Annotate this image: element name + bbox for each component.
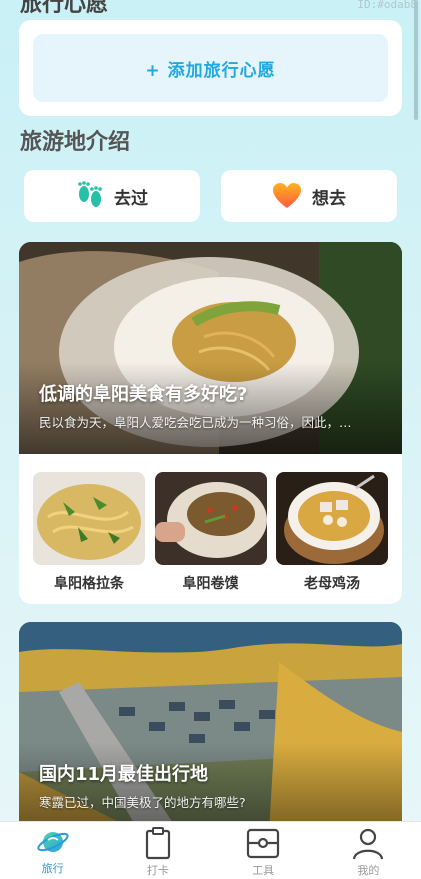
- add-wish-button[interactable]: + 添加旅行心愿: [33, 34, 388, 102]
- want-to-go-label: 想去: [312, 188, 346, 209]
- food-item-chicken-soup[interactable]: 老母鸡汤: [276, 472, 388, 593]
- add-wish-label: + 添加旅行心愿: [145, 60, 276, 81]
- travel-article-card[interactable]: 国内11月最佳出行地 寒露已过，中国美极了的地方有哪些?: [19, 622, 402, 832]
- gelatiao-image[interactable]: [33, 472, 145, 565]
- visited-button[interactable]: 去过: [24, 170, 200, 222]
- cut-off-header: 旅行心愿: [20, 0, 109, 17]
- toolbox-icon: [247, 828, 280, 859]
- tab-profile[interactable]: 我的: [316, 822, 421, 879]
- section-title: 旅游地介绍: [20, 130, 131, 155]
- want-to-go-button[interactable]: 想去: [221, 170, 397, 222]
- chicken-soup-image[interactable]: [276, 472, 388, 565]
- travel-article-title: 国内11月最佳出行地: [39, 764, 209, 785]
- wish-card: + 添加旅行心愿: [19, 20, 402, 116]
- bottom-tab-bar: 旅行 打卡 工具 我的: [0, 821, 421, 879]
- travel-article-subtitle: 寒露已过，中国美极了的地方有哪些?: [39, 795, 246, 810]
- juanmo-label: 阜阳卷馍: [182, 576, 239, 592]
- tab-travel-label: 旅行: [41, 862, 64, 875]
- food-thumbnails: 阜阳格拉条 阜阳卷馍 老母鸡汤: [33, 472, 388, 593]
- clipboard-icon: [145, 827, 170, 860]
- watermark: ID:#odab8: [357, 0, 417, 11]
- tab-profile-label: 我的: [357, 864, 380, 877]
- juanmo-image[interactable]: [154, 472, 267, 565]
- food-item-gelatiao[interactable]: 阜阳格拉条: [33, 472, 145, 593]
- food-article-subtitle: 民以食为天，阜阳人爱吃会吃已成为一种习俗，因此，…: [39, 415, 352, 430]
- food-article-card[interactable]: 低调的阜阳美食有多好吃? 民以食为天，阜阳人爱吃会吃已成为一种习俗，因此，… 阜…: [19, 242, 402, 604]
- food-item-juanmo[interactable]: 阜阳卷馍: [154, 472, 267, 593]
- food-hero-image[interactable]: 低调的阜阳美食有多好吃? 民以食为天，阜阳人爱吃会吃已成为一种习俗，因此，…: [19, 242, 402, 454]
- tab-tools-label: 工具: [252, 864, 275, 877]
- visited-label: 去过: [114, 188, 148, 209]
- tab-travel[interactable]: 旅行: [0, 822, 105, 879]
- tab-checkin-label: 打卡: [146, 864, 169, 877]
- chicken-soup-label: 老母鸡汤: [304, 576, 360, 592]
- tab-tools[interactable]: 工具: [211, 822, 316, 879]
- scrollbar[interactable]: [414, 0, 418, 120]
- tab-checkin[interactable]: 打卡: [105, 822, 210, 879]
- planet-icon: [36, 832, 69, 852]
- heart-icon: [273, 183, 301, 208]
- user-icon: [353, 828, 384, 860]
- footprints-icon: [78, 181, 102, 207]
- food-article-title: 低调的阜阳美食有多好吃?: [39, 384, 248, 405]
- gelatiao-label: 阜阳格拉条: [54, 576, 124, 592]
